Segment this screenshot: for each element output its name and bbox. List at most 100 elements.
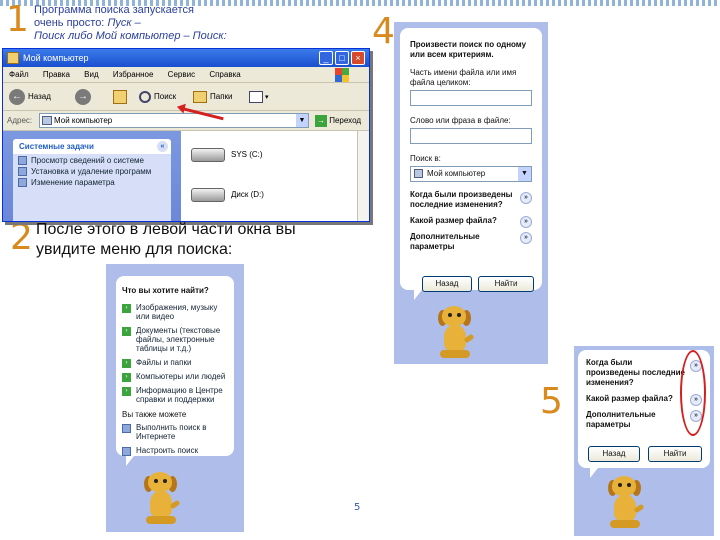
chevron-down-icon[interactable]: » (520, 232, 532, 244)
menu-tools[interactable]: Сервис (168, 70, 195, 79)
task-item[interactable]: Просмотр сведений о системе (13, 154, 171, 165)
task-item[interactable]: Установка и удаление программ (13, 165, 171, 176)
search-companion-panel: Что вы хотите найти? › Изображения, музык… (106, 264, 244, 532)
task-label: Просмотр сведений о системе (31, 156, 144, 165)
magnifier-icon (139, 91, 151, 103)
find-button[interactable]: Найти (478, 276, 534, 292)
windows-logo-icon (335, 68, 349, 82)
bubble-tail (126, 456, 134, 466)
search-option-help[interactable]: › Информацию в Центре справки и поддержки (122, 386, 228, 404)
views-grid-icon (249, 90, 263, 103)
search-criteria-bubble: Произвести поиск по одному или всем крит… (400, 28, 542, 300)
address-label: Адрес: (7, 116, 33, 125)
search-option-label: Документы (текстовые файлы, электронные … (136, 326, 221, 353)
back-button[interactable]: ← Назад (9, 88, 51, 106)
go-button[interactable]: → Переход (315, 114, 361, 128)
explorer-window: Мой компьютер _ □ × Файл Правка Вид Избр… (2, 48, 370, 222)
option-label: Дополнительные параметры (586, 410, 656, 429)
folders-icon (193, 91, 207, 103)
menu-view[interactable]: Вид (84, 70, 98, 79)
lookin-select[interactable]: Мой компьютер ▼ (410, 166, 532, 182)
option-label: Какой размер файла? (586, 394, 673, 403)
option-label: Дополнительные параметры (410, 232, 480, 251)
folders-button[interactable]: Папки (193, 88, 233, 106)
computer-small-icon (42, 116, 52, 125)
filename-input[interactable] (410, 90, 532, 106)
menu-edit[interactable]: Правка (43, 70, 70, 79)
go-arrow-icon: → (315, 114, 327, 127)
arrow-icon: › (122, 359, 131, 368)
tasks-pane: Системные задачи « Просмотр сведений о с… (3, 131, 181, 221)
task-info-icon (18, 156, 27, 165)
arrow-icon: › (122, 373, 131, 382)
phrase-label: Слово или фраза в файле: (410, 116, 511, 125)
slide-number: 5 (354, 502, 361, 513)
search-type-bubble: Что вы хотите найти? › Изображения, музык… (116, 276, 234, 466)
task-programs-icon (18, 167, 27, 176)
address-dropdown-icon[interactable]: ▼ (296, 114, 308, 127)
back-button[interactable]: Назад (422, 276, 472, 292)
step-number-5: 5 (540, 381, 563, 422)
search-option-label: Информацию в Центре справки и поддержки (136, 386, 223, 404)
phrase-input[interactable] (410, 128, 532, 144)
search-option-media[interactable]: › Изображения, музыку или видео (122, 303, 228, 321)
search-dog-icon[interactable] (140, 472, 181, 526)
system-tasks-header[interactable]: Системные задачи « (13, 139, 171, 154)
search-label: Поиск (154, 92, 177, 101)
task-label: Установка и удаление программ (31, 167, 152, 176)
drive-c[interactable]: SYS (C:) (191, 145, 263, 165)
search-settings-link[interactable]: Настроить поиск (122, 446, 228, 456)
search-option-files[interactable]: › Файлы и папки (122, 358, 228, 368)
search-dog-icon[interactable] (434, 306, 475, 360)
menu-favorites[interactable]: Избранное (113, 70, 154, 79)
option-advanced[interactable]: Дополнительные параметры » (410, 232, 532, 252)
hard-drive-icon (191, 187, 225, 202)
find-button[interactable]: Найти (648, 446, 702, 462)
search-button[interactable]: Поиск (139, 88, 176, 106)
up-button[interactable] (113, 88, 127, 106)
search-option-label: Файлы и папки (136, 358, 192, 367)
forward-button[interactable]: → (75, 88, 91, 106)
minimize-button[interactable]: _ (319, 51, 333, 65)
drive-d[interactable]: Диск (D:) (191, 185, 264, 205)
bubble-tail (414, 290, 422, 300)
maximize-button[interactable]: □ (335, 51, 349, 65)
search-option-documents[interactable]: › Документы (текстовые файлы, электронные… (122, 326, 228, 353)
chevron-down-icon[interactable]: » (520, 216, 532, 228)
menu-caption: После этого в левой части окна вы увидит… (36, 221, 296, 258)
window-titlebar[interactable]: Мой компьютер _ □ × (3, 49, 369, 67)
menu-help[interactable]: Справка (209, 70, 240, 79)
folders-label: Папки (210, 92, 233, 101)
system-tasks-box: Системные задачи « Просмотр сведений о с… (13, 139, 171, 221)
step-number-2: 2 (10, 217, 33, 258)
chevron-down-icon[interactable]: » (520, 192, 532, 204)
settings-icon (122, 447, 131, 456)
collapse-icon[interactable]: « (157, 141, 168, 152)
task-item[interactable]: Изменение параметра (13, 176, 171, 187)
lookin-value: Мой компьютер (427, 169, 486, 178)
views-button[interactable]: ▾ (249, 88, 269, 106)
search-option-computers[interactable]: › Компьютеры или людей (122, 372, 228, 382)
option-label: Какой размер файла? (410, 216, 497, 225)
vertical-scrollbar[interactable] (357, 131, 369, 221)
back-button[interactable]: Назад (588, 446, 640, 462)
address-input[interactable]: Мой компьютер ▼ (39, 113, 309, 128)
search-internet-link[interactable]: Выполнить поиск в Интернете (122, 423, 228, 441)
option-date-modified[interactable]: Когда были произведены последние изменен… (410, 190, 532, 210)
intro-line-2-start: Пуск – (107, 17, 141, 29)
folder-up-icon (113, 89, 127, 104)
menu-file[interactable]: Файл (9, 70, 29, 79)
criteria-heading: Произвести поиск по одному или всем крит… (410, 40, 527, 59)
search-criteria-panel: Произвести поиск по одному или всем крит… (394, 22, 548, 364)
search-option-label: Изображения, музыку или видео (136, 303, 218, 321)
bubble-tail (590, 468, 598, 478)
search-dog-icon[interactable] (604, 476, 645, 530)
task-label: Изменение параметра (31, 178, 115, 187)
dropdown-icon[interactable]: ▼ (518, 167, 531, 181)
menu-bar: Файл Правка Вид Избранное Сервис Справка (3, 67, 369, 83)
computer-icon (7, 52, 19, 64)
option-label: Когда были произведены последние изменен… (586, 358, 685, 387)
option-file-size[interactable]: Какой размер файла? » (410, 216, 532, 228)
close-button[interactable]: × (351, 51, 365, 65)
drives-pane: SYS (C:) Диск (D:) (181, 131, 369, 221)
